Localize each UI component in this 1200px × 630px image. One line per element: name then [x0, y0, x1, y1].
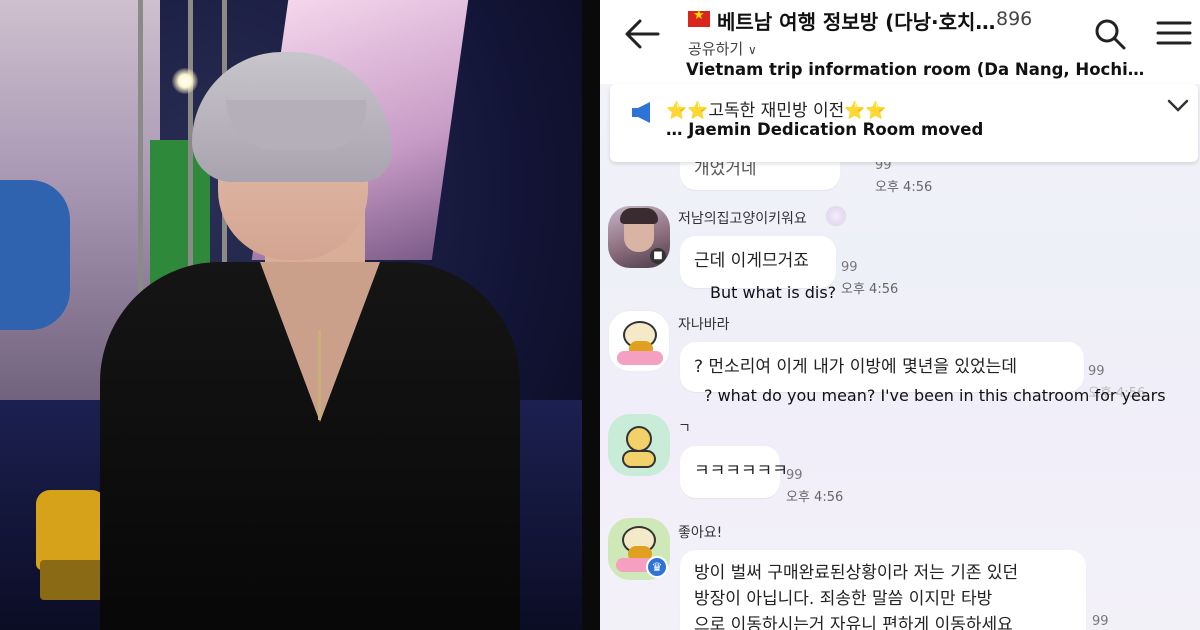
backdrop-hole [0, 180, 70, 330]
vietnam-flag-icon [688, 8, 710, 27]
light-stand [138, 0, 143, 320]
message-text-line: 으로 이동하시는거 자유니 편하게 이동하세요 [694, 615, 1013, 630]
badge-icon: ■ [650, 248, 666, 264]
message-text: 개었거네 [694, 159, 757, 179]
host-crown-icon: ♛ [646, 556, 668, 578]
room-title-translation: Vietnam trip information room (Da Nang, … [686, 60, 1145, 79]
search-icon[interactable] [1094, 18, 1126, 50]
message-text-line: 방이 벌써 구매완료된상황이라 저는 기존 있던 [694, 563, 1019, 583]
studio-fan [36, 490, 106, 570]
unread-count: 99 [1088, 364, 1105, 379]
message-bubble[interactable]: 근데 이게므거죠 [680, 236, 836, 288]
message-time: 오후 4:56 [841, 282, 899, 297]
member-count: 896 [996, 8, 1033, 30]
unread-count: 99 [1092, 614, 1109, 629]
message-text-line: 방장이 아닙니다. 죄송한 말씀 이지만 타방 [694, 589, 993, 609]
chat-screen: 베트남 여행 정보방 (다낭·호치… 896 공유하기 ∨ Vietnam tr… [600, 0, 1200, 630]
message-bubble[interactable]: ? 먼소리여 이게 내가 이방에 몇년을 있었는데 [680, 342, 1084, 392]
unread-count: 99 [786, 468, 803, 483]
menu-icon[interactable] [1156, 20, 1192, 46]
chevron-down-icon[interactable] [1166, 98, 1190, 114]
chat-header: 베트남 여행 정보방 (다낭·호치… 896 공유하기 ∨ Vietnam tr… [600, 0, 1200, 84]
share-button[interactable]: 공유하기 ∨ [688, 38, 757, 59]
notice-translation: … Jaemin Dedication Room moved [666, 120, 984, 139]
room-title: 베트남 여행 정보방 (다낭·호치… [717, 10, 996, 34]
avatar[interactable]: ■ [608, 206, 670, 268]
share-label: 공유하기 [688, 40, 744, 58]
moon-emoji-icon [826, 206, 846, 226]
unread-count: 99 [841, 260, 858, 275]
sender-name: ㄱ [678, 421, 691, 437]
portrait-photo [0, 0, 582, 630]
message-text: ㅋㅋㅋㅋㅋㅋ [694, 461, 788, 481]
back-arrow-icon[interactable] [624, 18, 660, 50]
avatar[interactable] [608, 414, 670, 476]
sender-name: 좋아요! [678, 525, 723, 541]
message-bubble[interactable]: ㅋㅋㅋㅋㅋㅋ [680, 446, 788, 498]
message-bubble[interactable]: 방이 벌써 구매완료된상황이라 저는 기존 있던 방장이 아닙니다. 죄송한 말… [680, 550, 1086, 630]
message-text: ? 먼소리여 이게 내가 이방에 몇년을 있었는데 [694, 357, 1017, 377]
message-time: 오후 4:56 [875, 180, 933, 195]
message-time: 오후 4:56 [786, 490, 844, 505]
message-translation: ? what do you mean? I've been in this ch… [704, 386, 1166, 405]
necklace [318, 330, 321, 420]
split-divider [582, 0, 600, 630]
megaphone-icon [632, 102, 650, 123]
sender-name: 저남의집고양이키워요 [678, 211, 807, 227]
message-translation: But what is dis? [710, 283, 837, 302]
studio-lamp [172, 68, 198, 94]
notice-banner[interactable]: ⭐⭐고독한 재민방 이전⭐⭐ … Jaemin Dedication Room … [610, 84, 1198, 162]
message-text: 근데 이게므거죠 [694, 251, 809, 271]
avatar[interactable] [608, 310, 670, 372]
sender-name: 자나바라 [678, 317, 730, 333]
chevron-down-icon: ∨ [747, 43, 757, 57]
notice-text: ⭐⭐고독한 재민방 이전⭐⭐ [666, 101, 887, 121]
